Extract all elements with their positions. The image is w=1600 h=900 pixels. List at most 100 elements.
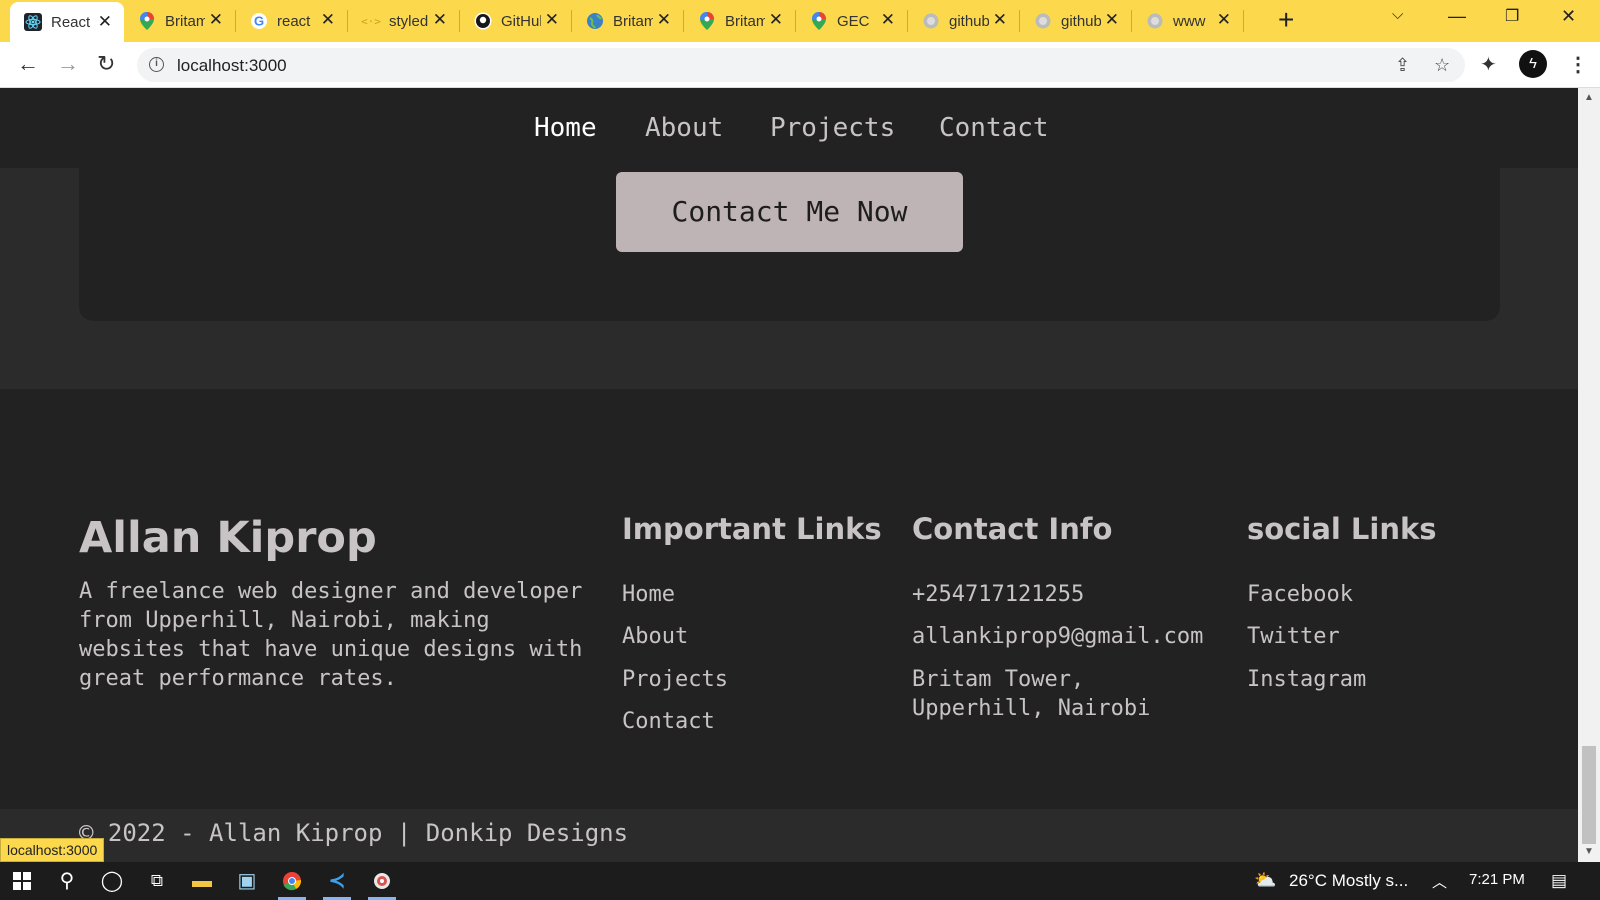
tab-title: github [949, 12, 989, 30]
github-icon [474, 12, 492, 30]
social-link-facebook[interactable]: Facebook [1247, 580, 1353, 609]
tab-react[interactable]: React ✕ [10, 2, 124, 42]
globe-gray-icon [922, 12, 940, 30]
nav-contact[interactable]: Contact [939, 113, 1049, 143]
close-window-icon[interactable]: ✕ [1561, 6, 1576, 27]
copyright-bar: © 2022 - Allan Kiprop | Donkip Designs [0, 809, 1578, 862]
nav-about[interactable]: About [645, 113, 723, 143]
site-footer: Allan Kiprop A freelance web designer an… [0, 389, 1578, 809]
tab-github[interactable]: GitHub ✕ [460, 0, 571, 42]
tab-title: GitHub [501, 12, 541, 30]
close-tab-icon[interactable]: ✕ [98, 13, 112, 31]
nav-projects[interactable]: Projects [770, 113, 895, 143]
profile-avatar[interactable]: ϟ [1519, 50, 1547, 78]
globe-gray-icon [1146, 12, 1164, 30]
browser-toolbar: ← → ↻ i localhost:3000 ⇪ ☆ ✦ ϟ ⋮ [0, 42, 1600, 88]
scroll-down-arrow-icon[interactable]: ▼ [1584, 846, 1594, 857]
footer-brand-name: Allan Kiprop [79, 513, 377, 563]
close-tab-icon[interactable]: ✕ [321, 11, 335, 29]
address-url[interactable]: localhost:3000 [177, 56, 287, 76]
cortana-circle-icon[interactable]: ◯ [94, 868, 130, 894]
notifications-icon[interactable]: ▤ [1551, 871, 1567, 891]
extensions-puzzle-icon[interactable]: ✦ [1480, 52, 1497, 77]
restore-icon[interactable]: ❐ [1505, 6, 1519, 26]
close-tab-icon[interactable]: ✕ [209, 11, 223, 29]
tab-www[interactable]: www ✕ [1132, 0, 1243, 42]
tab-title: React [51, 13, 91, 31]
clock-time[interactable]: 7:21 PM [1469, 871, 1525, 888]
footer-description: A freelance web designer and developer f… [79, 579, 583, 691]
close-tab-icon[interactable]: ✕ [1217, 11, 1231, 29]
social-link-twitter[interactable]: Twitter [1247, 622, 1340, 651]
tab-title: www [1173, 12, 1206, 30]
back-arrow-icon[interactable]: ← [17, 51, 39, 77]
menu-kebab-icon[interactable]: ⋮ [1568, 52, 1588, 77]
close-tab-icon[interactable]: ✕ [881, 11, 895, 29]
address-bar[interactable]: i localhost:3000 ⇪ ☆ [137, 48, 1465, 82]
contact-address: Britam Tower, Upperhill, Nairobi [912, 667, 1151, 721]
tab-gec[interactable]: GEC ✕ [796, 0, 907, 42]
page-scrollbar[interactable]: ▲ ▼ [1578, 88, 1600, 862]
search-icon[interactable]: ⚲ [49, 868, 85, 894]
media-app-taskbar-icon[interactable] [364, 868, 400, 900]
google-icon: G [250, 12, 268, 30]
contact-phone: +254717121255 [912, 582, 1085, 607]
contact-email[interactable]: allankiprop9@gmail.com [912, 622, 1203, 651]
bookmark-star-icon[interactable]: ☆ [1434, 55, 1450, 76]
reload-icon[interactable]: ↻ [97, 51, 115, 77]
tab-britam-2[interactable]: Britam ✕ [572, 0, 683, 42]
code-icon: <·> [361, 14, 381, 28]
site-info-icon[interactable]: i [149, 57, 164, 72]
tab-github-2[interactable]: github ✕ [908, 0, 1019, 42]
tray-chevron-icon[interactable]: ︿ [1432, 871, 1447, 892]
forward-arrow-icon[interactable]: → [57, 51, 79, 77]
task-view-icon[interactable]: ⧉ [139, 868, 175, 894]
tab-styled[interactable]: <·> styled ✕ [348, 0, 459, 42]
tab-britam-3[interactable]: Britam ✕ [684, 0, 795, 42]
close-tab-icon[interactable]: ✕ [545, 11, 559, 29]
maps-pin-icon [138, 12, 156, 30]
tab-github-3[interactable]: github ✕ [1020, 0, 1131, 42]
tab-britam-1[interactable]: Britam ✕ [124, 0, 235, 42]
site-navbar: Home About Projects Contact [0, 88, 1578, 168]
social-link-instagram[interactable]: Instagram [1247, 665, 1366, 694]
svg-text:G: G [254, 14, 264, 29]
tab-title: github [1061, 12, 1101, 30]
social-links-heading: social Links [1247, 512, 1437, 546]
close-tab-icon[interactable]: ✕ [1105, 11, 1119, 29]
close-tab-icon[interactable]: ✕ [769, 11, 783, 29]
contact-info-heading: Contact Info [912, 512, 1113, 546]
scrollbar-thumb[interactable] [1582, 746, 1596, 844]
windows-start-icon[interactable] [4, 868, 40, 894]
close-tab-icon[interactable]: ✕ [993, 11, 1007, 29]
tab-search-chevron-icon[interactable]: ⌵ [1392, 6, 1403, 23]
weather-sun-icon[interactable]: ⛅ [1254, 870, 1276, 891]
file-explorer-icon[interactable]: ▬ [184, 868, 220, 894]
footer-link-contact[interactable]: Contact [622, 707, 715, 736]
important-links-heading: Important Links [622, 512, 882, 546]
photos-app-icon[interactable]: ▣ [229, 868, 265, 894]
footer-link-about[interactable]: About [622, 622, 688, 651]
windows-taskbar: ⚲ ◯ ⧉ ▬ ▣ ≺ ⛅ 26°C Mostly s... ︿ 7:21 PM… [0, 862, 1600, 900]
weather-text[interactable]: 26°C Mostly s... [1289, 871, 1408, 891]
contact-cta-section: Contact Me Now [79, 168, 1500, 321]
tab-title: Britam [165, 12, 205, 30]
contact-me-now-button[interactable]: Contact Me Now [616, 172, 963, 252]
minimize-icon[interactable]: — [1448, 6, 1466, 27]
tab-title: Britam [725, 12, 765, 30]
tab-google-search[interactable]: G react ✕ [236, 0, 347, 42]
chrome-taskbar-icon[interactable] [274, 868, 310, 900]
close-tab-icon[interactable]: ✕ [433, 11, 447, 29]
globe-icon [586, 12, 604, 30]
share-icon[interactable]: ⇪ [1395, 55, 1410, 76]
close-tab-icon[interactable]: ✕ [657, 11, 671, 29]
vscode-taskbar-icon[interactable]: ≺ [319, 868, 355, 900]
nav-home[interactable]: Home [534, 113, 597, 143]
new-tab-button[interactable]: + [1278, 5, 1294, 35]
copyright-text: © 2022 - Allan Kiprop | Donkip Designs [79, 819, 629, 847]
scroll-up-arrow-icon[interactable]: ▲ [1584, 92, 1594, 103]
maps-pin-icon [810, 12, 828, 30]
footer-link-home[interactable]: Home [622, 580, 675, 609]
footer-link-projects[interactable]: Projects [622, 665, 728, 694]
link-status-bubble: localhost:3000 [0, 838, 105, 862]
